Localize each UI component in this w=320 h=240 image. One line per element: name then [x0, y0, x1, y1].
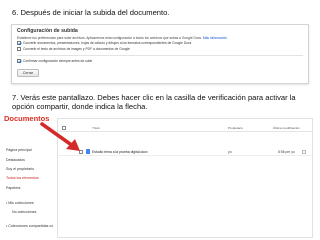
no-collections-text: No colecciones: [12, 210, 37, 214]
table-row[interactable]: Estudio tema a la prueba digital.docx yo…: [58, 148, 312, 156]
documents-brand: Documentos: [4, 114, 50, 123]
step-6-heading: 6. Después de iniciar la subida del docu…: [12, 8, 170, 17]
confirm-settings-checkbox[interactable]: [17, 58, 21, 63]
select-all-checkbox[interactable]: [62, 126, 66, 130]
close-button[interactable]: Cerrar: [17, 69, 39, 77]
file-modified: 8:56 pm yo: [278, 150, 295, 154]
nav-item-shared-collections[interactable]: • Colecciones compartidas co: [6, 224, 53, 228]
nav-item-all[interactable]: Todos los elementos: [6, 176, 39, 180]
convert-documents-option[interactable]: Convertir documentos, presentaciones, ho…: [17, 40, 191, 45]
column-owner[interactable]: Propietario: [228, 126, 243, 130]
row-select-checkbox[interactable]: [79, 149, 83, 154]
row-share-checkbox[interactable]: [302, 149, 306, 154]
upload-settings-dialog: Configuración de subida Establece tus pr…: [11, 24, 309, 84]
convert-documents-checkbox[interactable]: [17, 40, 21, 45]
ocr-checkbox[interactable]: [17, 46, 21, 51]
ocr-option[interactable]: Convertir el texto de archivos de imagen…: [17, 46, 130, 51]
nav-item-starred[interactable]: Destacados: [6, 158, 25, 162]
document-icon: [86, 149, 90, 155]
convert-documents-label: Convertir documentos, presentaciones, ho…: [23, 40, 192, 45]
column-title[interactable]: Título: [92, 126, 100, 130]
divider: [17, 55, 303, 56]
documents-list: Título Propietario Última modificación E…: [57, 118, 313, 238]
confirm-settings-label: Confirmar configuración siempre antes de…: [23, 58, 93, 63]
file-owner: yo: [228, 150, 232, 154]
column-modified[interactable]: Última modificación: [273, 126, 300, 130]
nav-item-trash[interactable]: Papelera: [6, 186, 20, 190]
file-name[interactable]: Estudio tema a la prueba digital.docx: [92, 150, 148, 154]
more-info-link[interactable]: Más información: [203, 36, 227, 40]
documents-list-screenshot: Documentos Página principal Destacados S…: [0, 114, 320, 240]
confirm-settings-option[interactable]: Confirmar configuración siempre antes de…: [17, 58, 92, 63]
upload-settings-title: Configuración de subida: [17, 28, 78, 34]
nav-item-owned[interactable]: Soy el propietario: [6, 167, 34, 171]
nav-item-home[interactable]: Página principal: [6, 148, 32, 152]
list-header: Título Propietario Última modificación: [58, 124, 312, 132]
ocr-label: Convertir el texto de archivos de imagen…: [23, 46, 130, 51]
step-7-heading: 7. Verás este pantallazo. Debes hacer cl…: [12, 93, 296, 111]
nav-item-my-collections[interactable]: • Mis colecciones: [6, 201, 34, 205]
